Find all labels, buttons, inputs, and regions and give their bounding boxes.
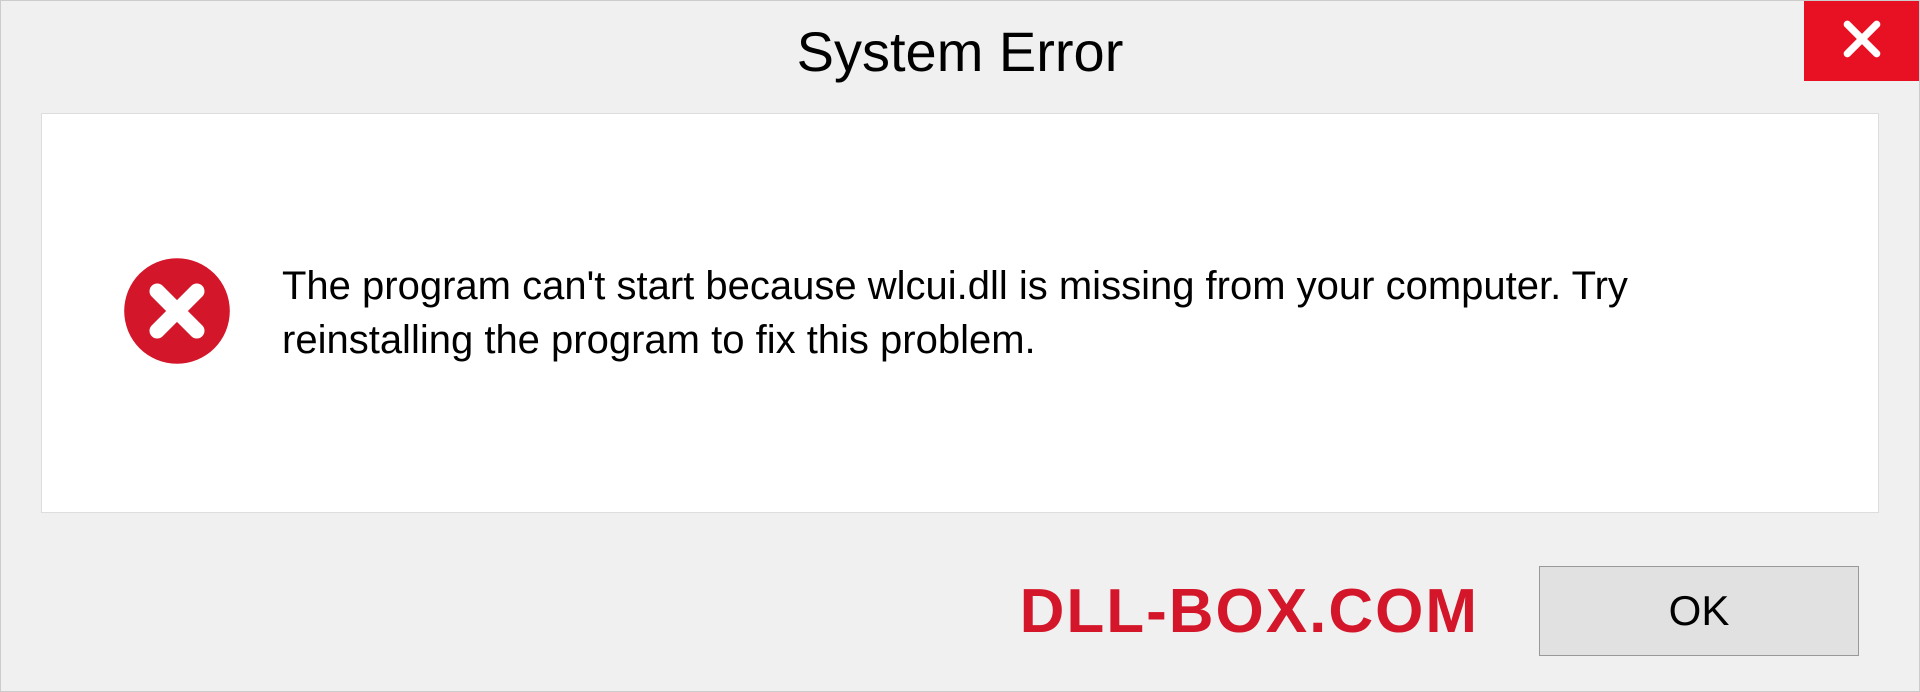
dialog-footer: DLL-BOX.COM OK — [1, 531, 1919, 691]
title-bar: System Error — [1, 1, 1919, 101]
dialog-content: The program can't start because wlcui.dl… — [41, 113, 1879, 513]
watermark-text: DLL-BOX.COM — [1020, 576, 1479, 647]
close-icon — [1840, 17, 1884, 66]
close-button[interactable] — [1804, 1, 1919, 81]
error-message: The program can't start because wlcui.dl… — [282, 259, 1798, 367]
error-dialog: System Error The program can't start bec… — [0, 0, 1920, 692]
ok-button[interactable]: OK — [1539, 566, 1859, 656]
dialog-title: System Error — [797, 19, 1124, 84]
error-icon — [122, 256, 232, 371]
